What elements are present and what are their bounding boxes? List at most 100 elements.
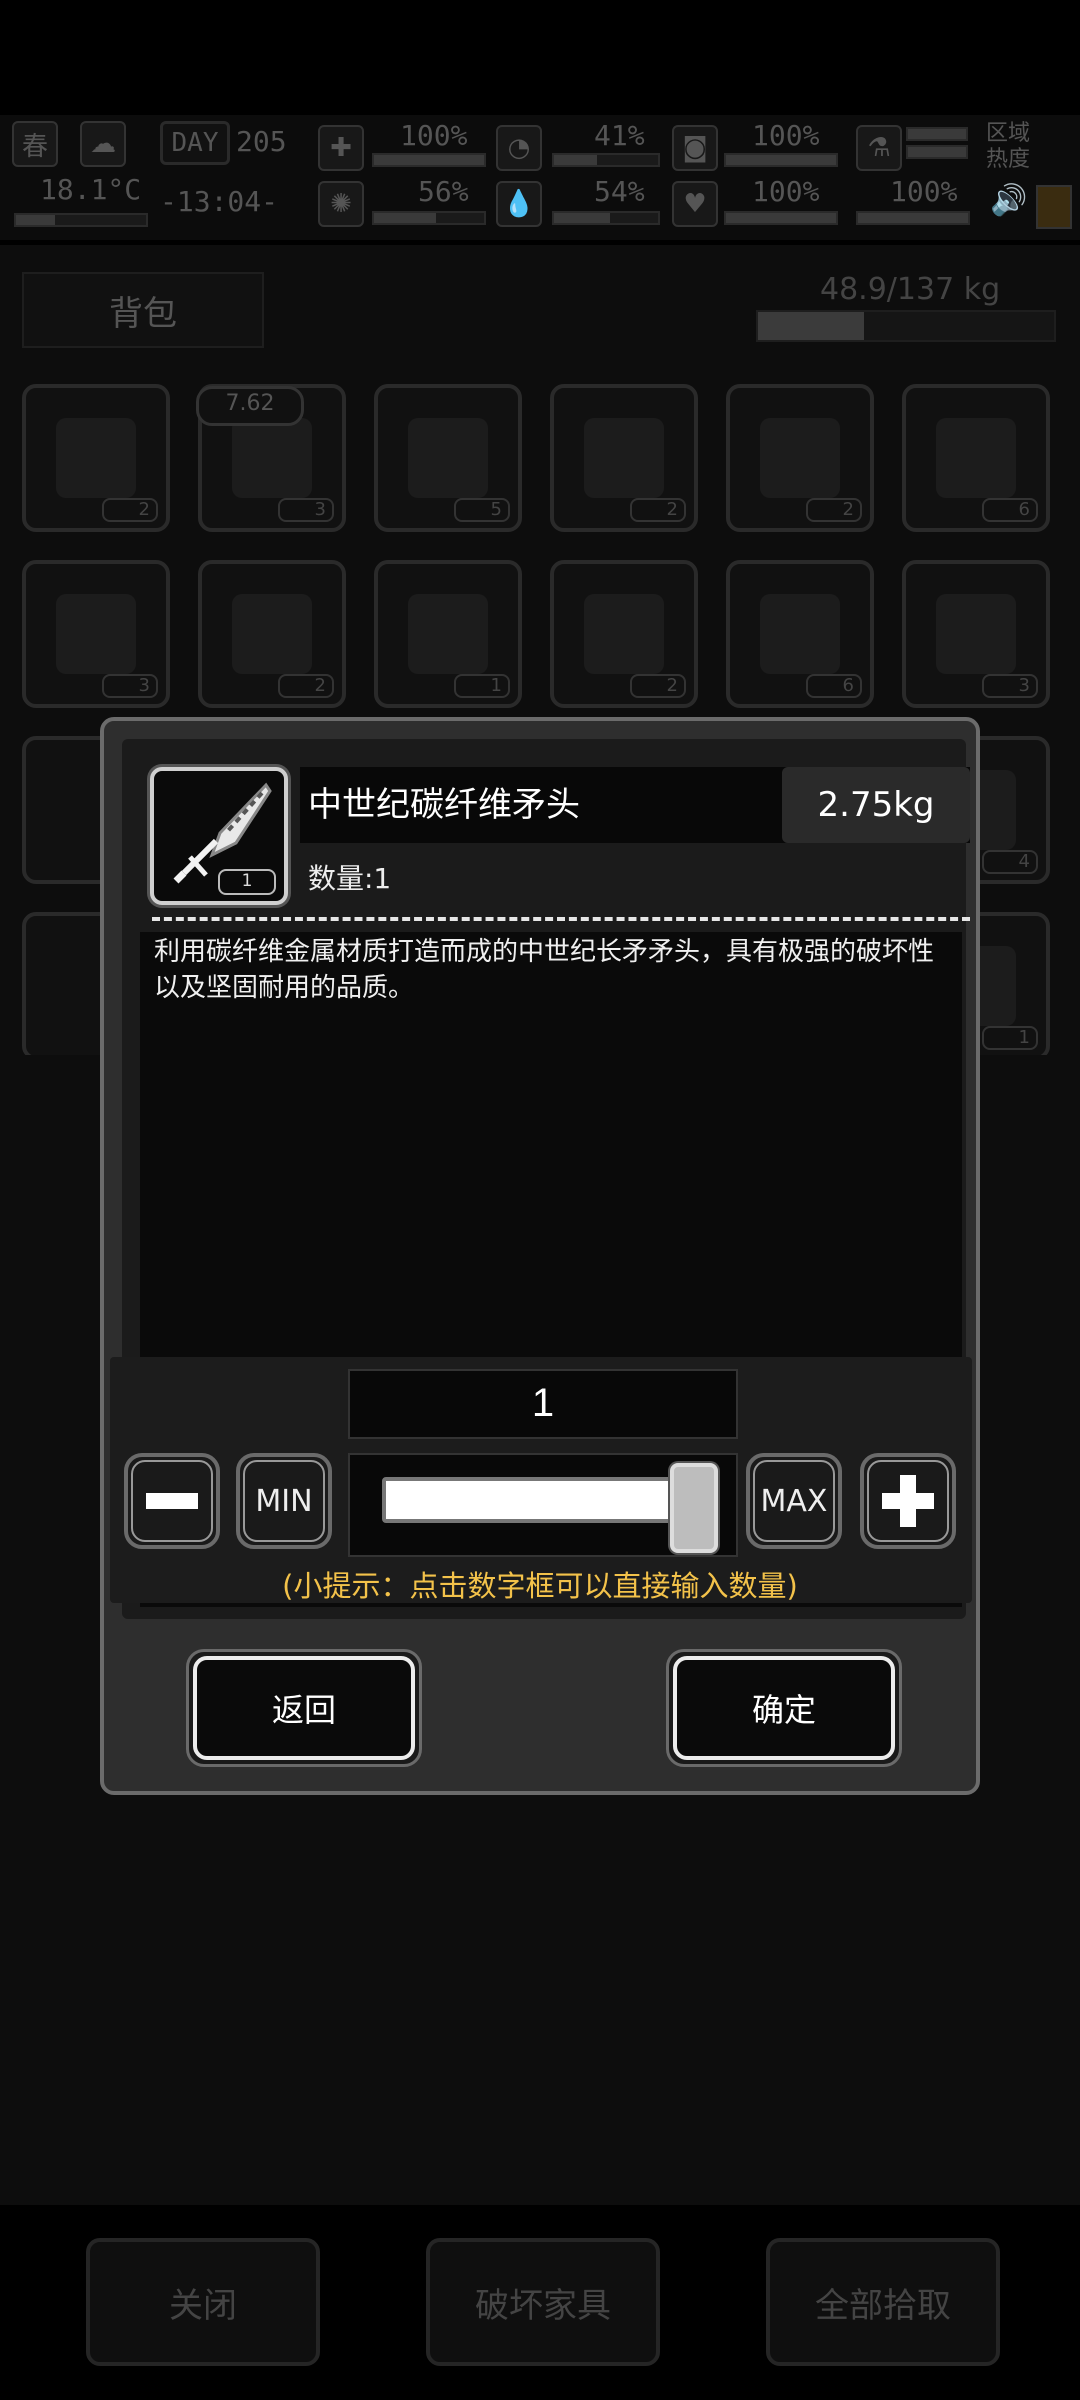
- inventory-slot[interactable]: 1: [374, 560, 522, 708]
- day-number: 205: [236, 125, 287, 158]
- speaker-icon[interactable]: 🔊: [990, 183, 1027, 218]
- bag-tab[interactable]: 背包: [22, 272, 264, 348]
- pick-all-button[interactable]: 全部拾取: [766, 2238, 1000, 2366]
- slot-count: 2: [102, 498, 158, 522]
- health-value: 100%: [400, 119, 468, 152]
- item-thumbnail: [408, 418, 488, 498]
- inventory-slot[interactable]: 5: [374, 384, 522, 532]
- temperature-bar: [14, 213, 148, 227]
- item-thumbnail: [232, 418, 312, 498]
- heart-value: 100%: [752, 175, 820, 208]
- min-label: MIN: [243, 1460, 325, 1542]
- slider-fill: [386, 1481, 698, 1519]
- item-thumbnail: [56, 594, 136, 674]
- mini-bar-1: [906, 127, 968, 141]
- quantity-label: 数量:1: [308, 862, 392, 895]
- increase-button[interactable]: [860, 1453, 956, 1549]
- ammo-caliber-tag: 7.62: [196, 386, 304, 426]
- item-thumbnail: [760, 594, 840, 674]
- game-time: -13:04-: [160, 185, 279, 218]
- slot-count: 3: [982, 674, 1038, 698]
- slot-count: 2: [630, 498, 686, 522]
- slider-thumb[interactable]: [670, 1463, 718, 1553]
- max-button[interactable]: MAX: [746, 1453, 842, 1549]
- inventory-slot[interactable]: 3: [902, 560, 1050, 708]
- temperature-text: 18.1°C: [40, 173, 142, 206]
- item-thumbnail: [584, 594, 664, 674]
- slot-count: 2: [278, 674, 334, 698]
- sanity-value: 56%: [418, 175, 469, 208]
- destroy-furniture-button[interactable]: 破坏家具: [426, 2238, 660, 2366]
- confirm-button[interactable]: 确定: [666, 1649, 902, 1767]
- decrease-button[interactable]: [124, 1453, 220, 1549]
- weather-cloud-icon: ☁: [80, 121, 126, 167]
- stamina-icon: ◙: [672, 125, 718, 171]
- zone-heat-label: 区域热度: [986, 121, 1031, 172]
- back-label: 返回: [193, 1656, 415, 1760]
- slot-count: 1: [982, 1026, 1038, 1050]
- slot-count: 4: [982, 850, 1038, 874]
- slot-count: 6: [806, 674, 862, 698]
- item-weight: 2.75kg: [782, 767, 970, 843]
- close-button[interactable]: 关闭: [86, 2238, 320, 2366]
- inventory-slot[interactable]: 2: [550, 384, 698, 532]
- status-hud: 春 ☁ 18.1°C DAY 205 -13:04- ✚ 100% ◔ 41% …: [0, 115, 1080, 240]
- inventory-slot[interactable]: 2: [726, 384, 874, 532]
- min-button[interactable]: MIN: [236, 1453, 332, 1549]
- item-thumbnail: [408, 594, 488, 674]
- slot-count: 3: [278, 498, 334, 522]
- day-label: DAY: [160, 121, 230, 165]
- max-label: MAX: [753, 1460, 835, 1542]
- first-aid-icon: ✚: [318, 125, 364, 171]
- item-name: 中世纪碳纤维矛头: [308, 785, 580, 825]
- item-description: 利用碳纤维金属材质打造而成的中世纪长矛矛头，具有极强的破坏性以及坚固耐用的品质。: [154, 937, 935, 1003]
- item-thumbnail: [760, 418, 840, 498]
- item-thumbnail: [232, 594, 312, 674]
- hunger-value: 41%: [594, 119, 645, 152]
- right-bar: [856, 211, 970, 225]
- slot-count: 3: [102, 674, 158, 698]
- inventory-slot[interactable]: 2: [198, 560, 346, 708]
- slot-count: 6: [982, 498, 1038, 522]
- stamina-value: 100%: [752, 119, 820, 152]
- thirst-bar: [552, 211, 660, 225]
- item-count-badge: 1: [218, 869, 276, 895]
- mini-bar-2: [906, 145, 968, 159]
- season-icon: 春: [12, 121, 58, 167]
- confirm-label: 确定: [673, 1656, 895, 1760]
- season-label: 春: [21, 131, 48, 162]
- bag-weight-fill: [758, 312, 864, 340]
- brain-icon: ✺: [318, 181, 364, 227]
- minus-icon: [146, 1493, 198, 1509]
- right-value: 100%: [890, 175, 958, 208]
- heart-bar: [724, 211, 838, 225]
- inventory-slot[interactable]: 2: [22, 384, 170, 532]
- item-name-bar: 中世纪碳纤维矛头 2.75kg: [300, 767, 970, 843]
- stomach-icon: ◔: [496, 125, 542, 171]
- inventory-slot[interactable]: 6: [902, 384, 1050, 532]
- flask-icon: ⚗: [856, 125, 902, 171]
- slot-count: 5: [454, 498, 510, 522]
- slider-track[interactable]: [382, 1477, 702, 1523]
- item-thumbnail: [584, 418, 664, 498]
- plus-icon: [882, 1475, 934, 1527]
- bag-weight-bar: [756, 310, 1056, 342]
- inventory-slot[interactable]: 2: [550, 560, 698, 708]
- slot-count: 2: [806, 498, 862, 522]
- stamina-bar: [724, 153, 838, 167]
- dashed-divider: [152, 917, 970, 921]
- bag-weight-text: 48.9/137 kg: [820, 272, 1001, 307]
- quantity-input[interactable]: 1: [348, 1369, 738, 1439]
- item-icon-frame: 1: [150, 767, 288, 905]
- thirst-value: 54%: [594, 175, 645, 208]
- item-thumbnail: [936, 418, 1016, 498]
- hunger-bar: [552, 153, 660, 167]
- back-button[interactable]: 返回: [186, 1649, 422, 1767]
- quantity-hint: (小提示：点击数字框可以直接输入数量): [282, 1569, 798, 1603]
- health-bar: [372, 153, 486, 167]
- inventory-slot[interactable]: 3: [22, 560, 170, 708]
- slot-count: 1: [454, 674, 510, 698]
- slot-count: 2: [630, 674, 686, 698]
- inventory-slot[interactable]: 6: [726, 560, 874, 708]
- quantity-slider[interactable]: [348, 1453, 738, 1557]
